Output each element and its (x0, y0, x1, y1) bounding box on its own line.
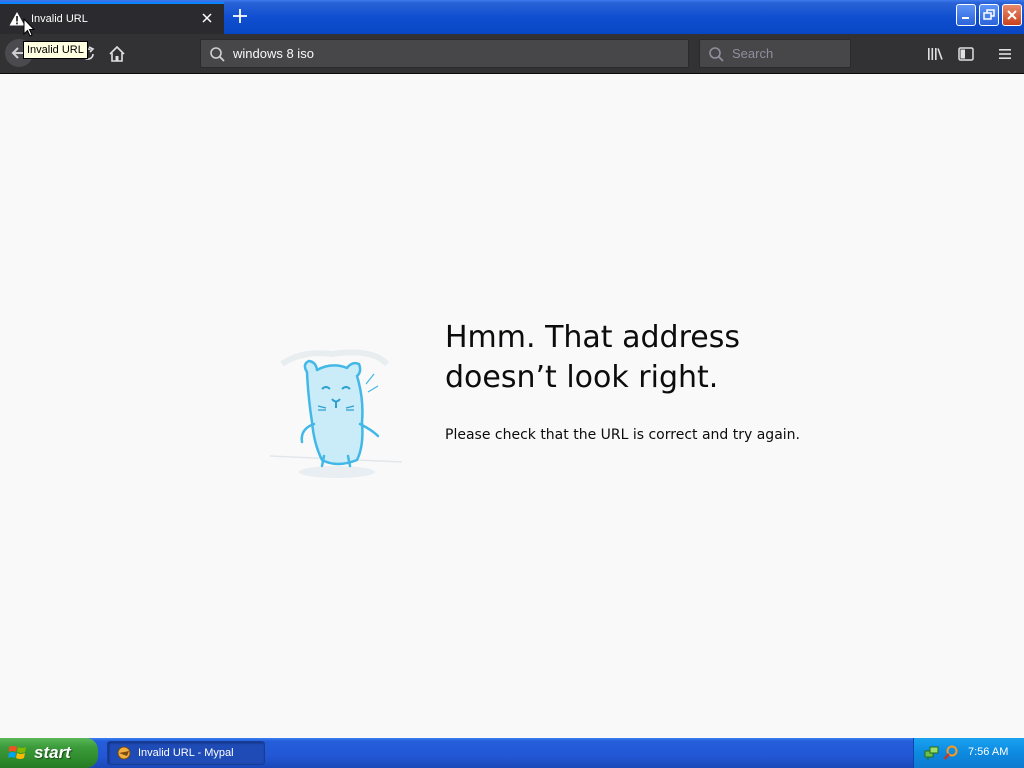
tab-tooltip: Invalid URL (23, 41, 88, 59)
mypal-browser-icon (117, 746, 131, 760)
home-icon[interactable] (107, 44, 127, 64)
search-icon (210, 47, 225, 62)
confused-cat-illustration (269, 349, 403, 478)
sidebar-icon[interactable] (956, 44, 976, 64)
error-title: Hmm. That address doesn’t look right. (445, 318, 825, 398)
minimize-button[interactable] (956, 4, 976, 26)
error-description: Please check that the URL is correct and… (445, 427, 800, 443)
navigation-toolbar (0, 34, 1024, 74)
taskbar-window-item[interactable]: Invalid URL - Mypal (107, 741, 265, 765)
taskbar-window-label: Invalid URL - Mypal (138, 747, 234, 759)
mouse-cursor-icon (23, 18, 35, 37)
search-icon (709, 47, 724, 62)
minimize-icon (962, 17, 969, 19)
clock: 7:56 AM (968, 746, 1009, 758)
start-button[interactable]: start (0, 738, 98, 768)
system-tray: 7:56 AM (913, 738, 1024, 768)
url-bar[interactable] (200, 39, 689, 68)
close-window-button[interactable] (1002, 4, 1022, 26)
close-icon (1007, 10, 1017, 20)
error-page: Hmm. That address doesn’t look right. Pl… (0, 74, 1024, 738)
restore-button[interactable] (979, 4, 999, 26)
tab-title: Invalid URL (31, 13, 88, 25)
url-input[interactable] (233, 40, 673, 67)
search-input[interactable] (732, 40, 844, 67)
search-bar[interactable] (699, 39, 851, 68)
restore-icon (983, 9, 995, 20)
close-tab-icon[interactable] (200, 11, 214, 25)
hamburger-menu-icon[interactable] (995, 44, 1015, 64)
error-title-line-1: Hmm. That address (445, 320, 740, 355)
windows-flag-icon (8, 746, 26, 759)
search-tray-icon[interactable] (943, 745, 959, 761)
error-title-line-2: doesn’t look right. (445, 360, 719, 395)
start-label: start (34, 743, 71, 762)
windows-taskbar: start Invalid URL - Mypal 7:56 AM (0, 738, 1024, 768)
network-tray-icon[interactable] (924, 745, 940, 761)
library-icon[interactable] (925, 44, 945, 64)
new-tab-plus-icon[interactable] (230, 6, 250, 26)
title-bar: Invalid URL (0, 0, 1024, 34)
